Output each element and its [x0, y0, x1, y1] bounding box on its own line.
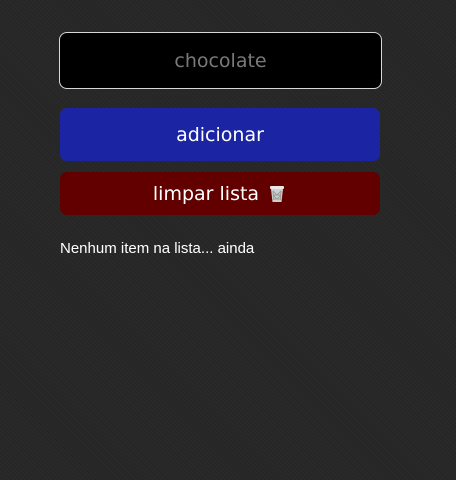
add-button-label: adicionar — [176, 123, 264, 146]
add-button[interactable]: adicionar — [60, 108, 380, 161]
item-input[interactable] — [59, 32, 382, 89]
clear-button-label: limpar lista — [152, 182, 260, 205]
wastebasket-icon — [267, 184, 287, 204]
clear-list-button[interactable]: limpar lista — [60, 172, 380, 215]
empty-list-message: Nenhum item na lista... ainda — [60, 240, 255, 257]
shopping-list-app: adicionar limpar lista Nenhum item na li… — [59, 32, 382, 257]
